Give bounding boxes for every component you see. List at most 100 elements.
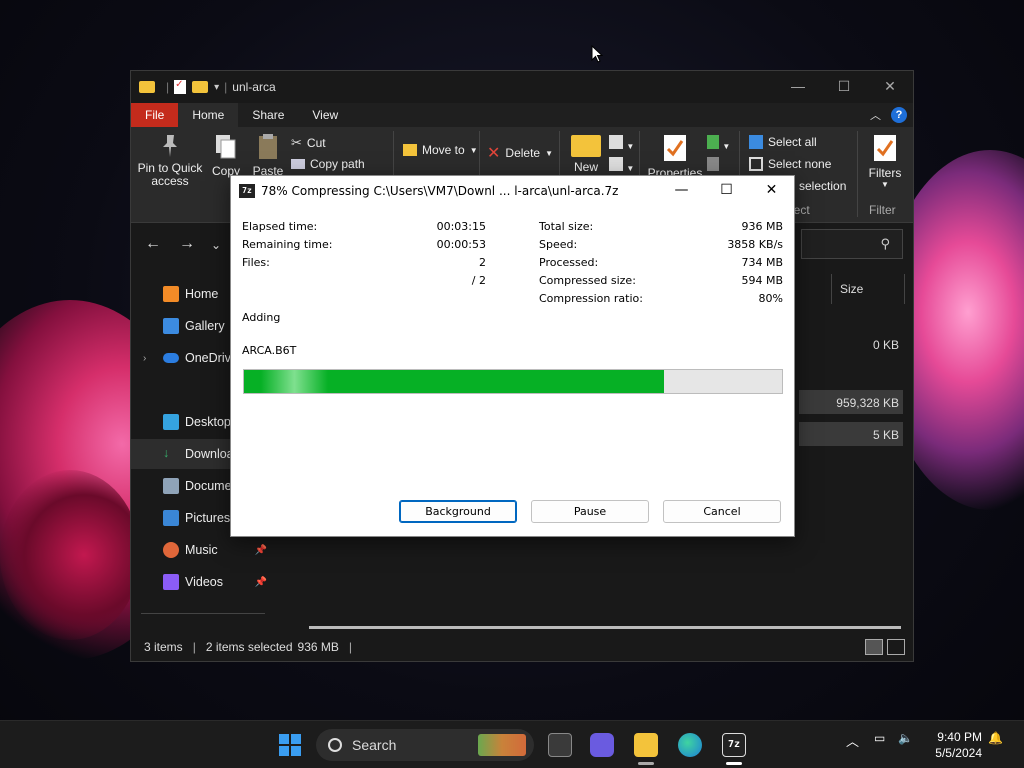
tab-file[interactable]: File: [131, 103, 179, 127]
files-label: Files:: [242, 256, 270, 269]
forward-arrow-icon[interactable]: →: [179, 235, 195, 253]
easy-access-icon: [609, 157, 623, 171]
music-icon: [163, 542, 179, 558]
speed-value: 3858 KB/s: [727, 238, 783, 251]
tab-home[interactable]: Home: [178, 103, 239, 127]
horizontal-scrollbar[interactable]: [309, 626, 901, 629]
pictures-icon: [163, 510, 179, 526]
easy-access-button[interactable]: ▼: [609, 157, 634, 174]
teams-chat-icon[interactable]: [590, 733, 614, 757]
copy-path-icon: [291, 159, 305, 169]
column-header-size[interactable]: Size: [831, 274, 905, 304]
chevron-right-icon[interactable]: ›: [143, 353, 146, 364]
dialog-minimize-button[interactable]: —: [659, 176, 704, 206]
dialog-close-button[interactable]: ✕: [749, 176, 794, 206]
folder-icon: [139, 81, 155, 93]
chevron-down-icon: ▼: [545, 148, 554, 158]
cut-button[interactable]: ✂ Cut: [291, 135, 326, 151]
invert-selection-button[interactable]: selection: [799, 179, 846, 193]
running-indicator-active: [726, 762, 742, 765]
properties-quick-icon[interactable]: [174, 79, 187, 94]
desktop-icon: [163, 414, 179, 430]
taskbar-clock[interactable]: 9:40 PM 5/5/2024: [918, 729, 982, 761]
documents-icon: [163, 478, 179, 494]
search-icon: [328, 738, 342, 752]
total-size-value: 936 MB: [741, 220, 783, 233]
pause-button[interactable]: Pause: [531, 500, 649, 523]
current-file-label: ARCA.B6T: [242, 344, 297, 357]
move-to-button[interactable]: Move to ▼: [403, 143, 478, 157]
clock-date: 5/5/2024: [935, 746, 982, 760]
file-explorer-icon[interactable]: [634, 733, 658, 757]
maximize-button[interactable]: ☐: [821, 71, 867, 103]
taskbar-search-box[interactable]: Search: [316, 729, 534, 761]
compressed-size-label: Compressed size:: [539, 274, 636, 287]
pin-icon: 📌: [254, 576, 267, 588]
help-icon[interactable]: ?: [891, 107, 907, 123]
search-icon: ⚲: [880, 236, 890, 251]
7zip-taskbar-icon[interactable]: 7z: [722, 733, 746, 757]
show-hidden-icons-chevron-icon[interactable]: ︿: [846, 731, 859, 750]
dialog-maximize-button[interactable]: ☐: [704, 176, 749, 206]
copy-path-button[interactable]: Copy path: [291, 157, 365, 171]
open-button[interactable]: ▼: [707, 135, 730, 152]
sidebar-divider: [141, 613, 265, 614]
tab-share[interactable]: Share: [238, 103, 298, 127]
compression-ratio-label: Compression ratio:: [539, 292, 643, 305]
chevron-down-icon[interactable]: ▾: [214, 82, 219, 93]
new-item-icon: [609, 135, 623, 149]
7zip-icon: 7z: [239, 184, 255, 198]
total-size-label: Total size:: [539, 220, 594, 233]
action-label: Adding: [242, 311, 281, 324]
network-icon[interactable]: ▭: [874, 731, 885, 745]
pin-to-quick-access-button[interactable]: Pin to Quick access: [137, 133, 203, 188]
copy-button[interactable]: Copy: [209, 133, 243, 178]
minimize-button[interactable]: —: [775, 71, 821, 103]
large-icons-view-icon[interactable]: [887, 639, 905, 655]
select-none-button[interactable]: Select none: [749, 157, 831, 171]
remaining-time-value: 00:00:53: [436, 238, 486, 251]
sidebar-item-videos[interactable]: Videos 📌: [131, 567, 289, 597]
properties-button[interactable]: Properties: [647, 133, 703, 180]
recent-locations-chevron-icon[interactable]: ⌄: [211, 238, 221, 252]
tab-view[interactable]: View: [298, 103, 352, 127]
compressed-size-value: 594 MB: [741, 274, 783, 287]
scissors-icon: ✂: [291, 135, 302, 150]
taskbar: Search 7z ︿ ▭ 🔈 9:40 PM 5/5/2024 🔔: [0, 720, 1024, 768]
task-view-icon[interactable]: [548, 733, 572, 757]
delete-button[interactable]: ✕ Delete ▼: [487, 143, 553, 163]
close-button[interactable]: ✕: [867, 71, 913, 103]
collapse-ribbon-icon[interactable]: ︿: [870, 107, 881, 123]
volume-icon[interactable]: 🔈: [898, 731, 913, 745]
paste-icon: [259, 134, 277, 159]
paste-button[interactable]: Paste: [251, 133, 285, 178]
cancel-button[interactable]: Cancel: [663, 500, 781, 523]
details-view-icon[interactable]: [865, 639, 883, 655]
select-none-icon: [749, 157, 763, 171]
window-controls: — ☐ ✕: [775, 71, 913, 103]
start-button[interactable]: [278, 733, 302, 757]
dialog-titlebar[interactable]: 7z 78% Compressing C:\Users\VM7\Downl ..…: [231, 176, 794, 206]
new-folder-quick-icon[interactable]: [192, 81, 209, 93]
edit-button[interactable]: [707, 157, 719, 174]
explorer-titlebar[interactable]: | ▾ | unl-arca — ☐ ✕: [131, 71, 913, 103]
sidebar-item-music[interactable]: Music 📌: [131, 535, 289, 565]
background-button[interactable]: Background: [399, 500, 517, 523]
back-arrow-icon[interactable]: ←: [145, 235, 161, 253]
ribbon-divider: [857, 131, 858, 217]
search-input[interactable]: ⚲: [801, 229, 903, 259]
filters-icon: [874, 135, 896, 161]
new-folder-icon: [571, 135, 601, 157]
mouse-cursor-icon: [591, 45, 603, 63]
edge-browser-icon[interactable]: [678, 733, 702, 757]
notifications-bell-icon[interactable]: 🔔: [988, 731, 1003, 745]
speed-label: Speed:: [539, 238, 578, 251]
folder-move-icon: [403, 144, 417, 156]
select-all-button[interactable]: Select all: [749, 135, 817, 149]
filters-button[interactable]: Filters ▼: [863, 133, 907, 189]
selected-size: 936 MB: [297, 640, 339, 654]
new-folder-button[interactable]: New: [569, 135, 603, 174]
processed-label: Processed:: [539, 256, 599, 269]
new-item-button[interactable]: ▼: [609, 135, 634, 152]
open-icon: [707, 135, 719, 149]
